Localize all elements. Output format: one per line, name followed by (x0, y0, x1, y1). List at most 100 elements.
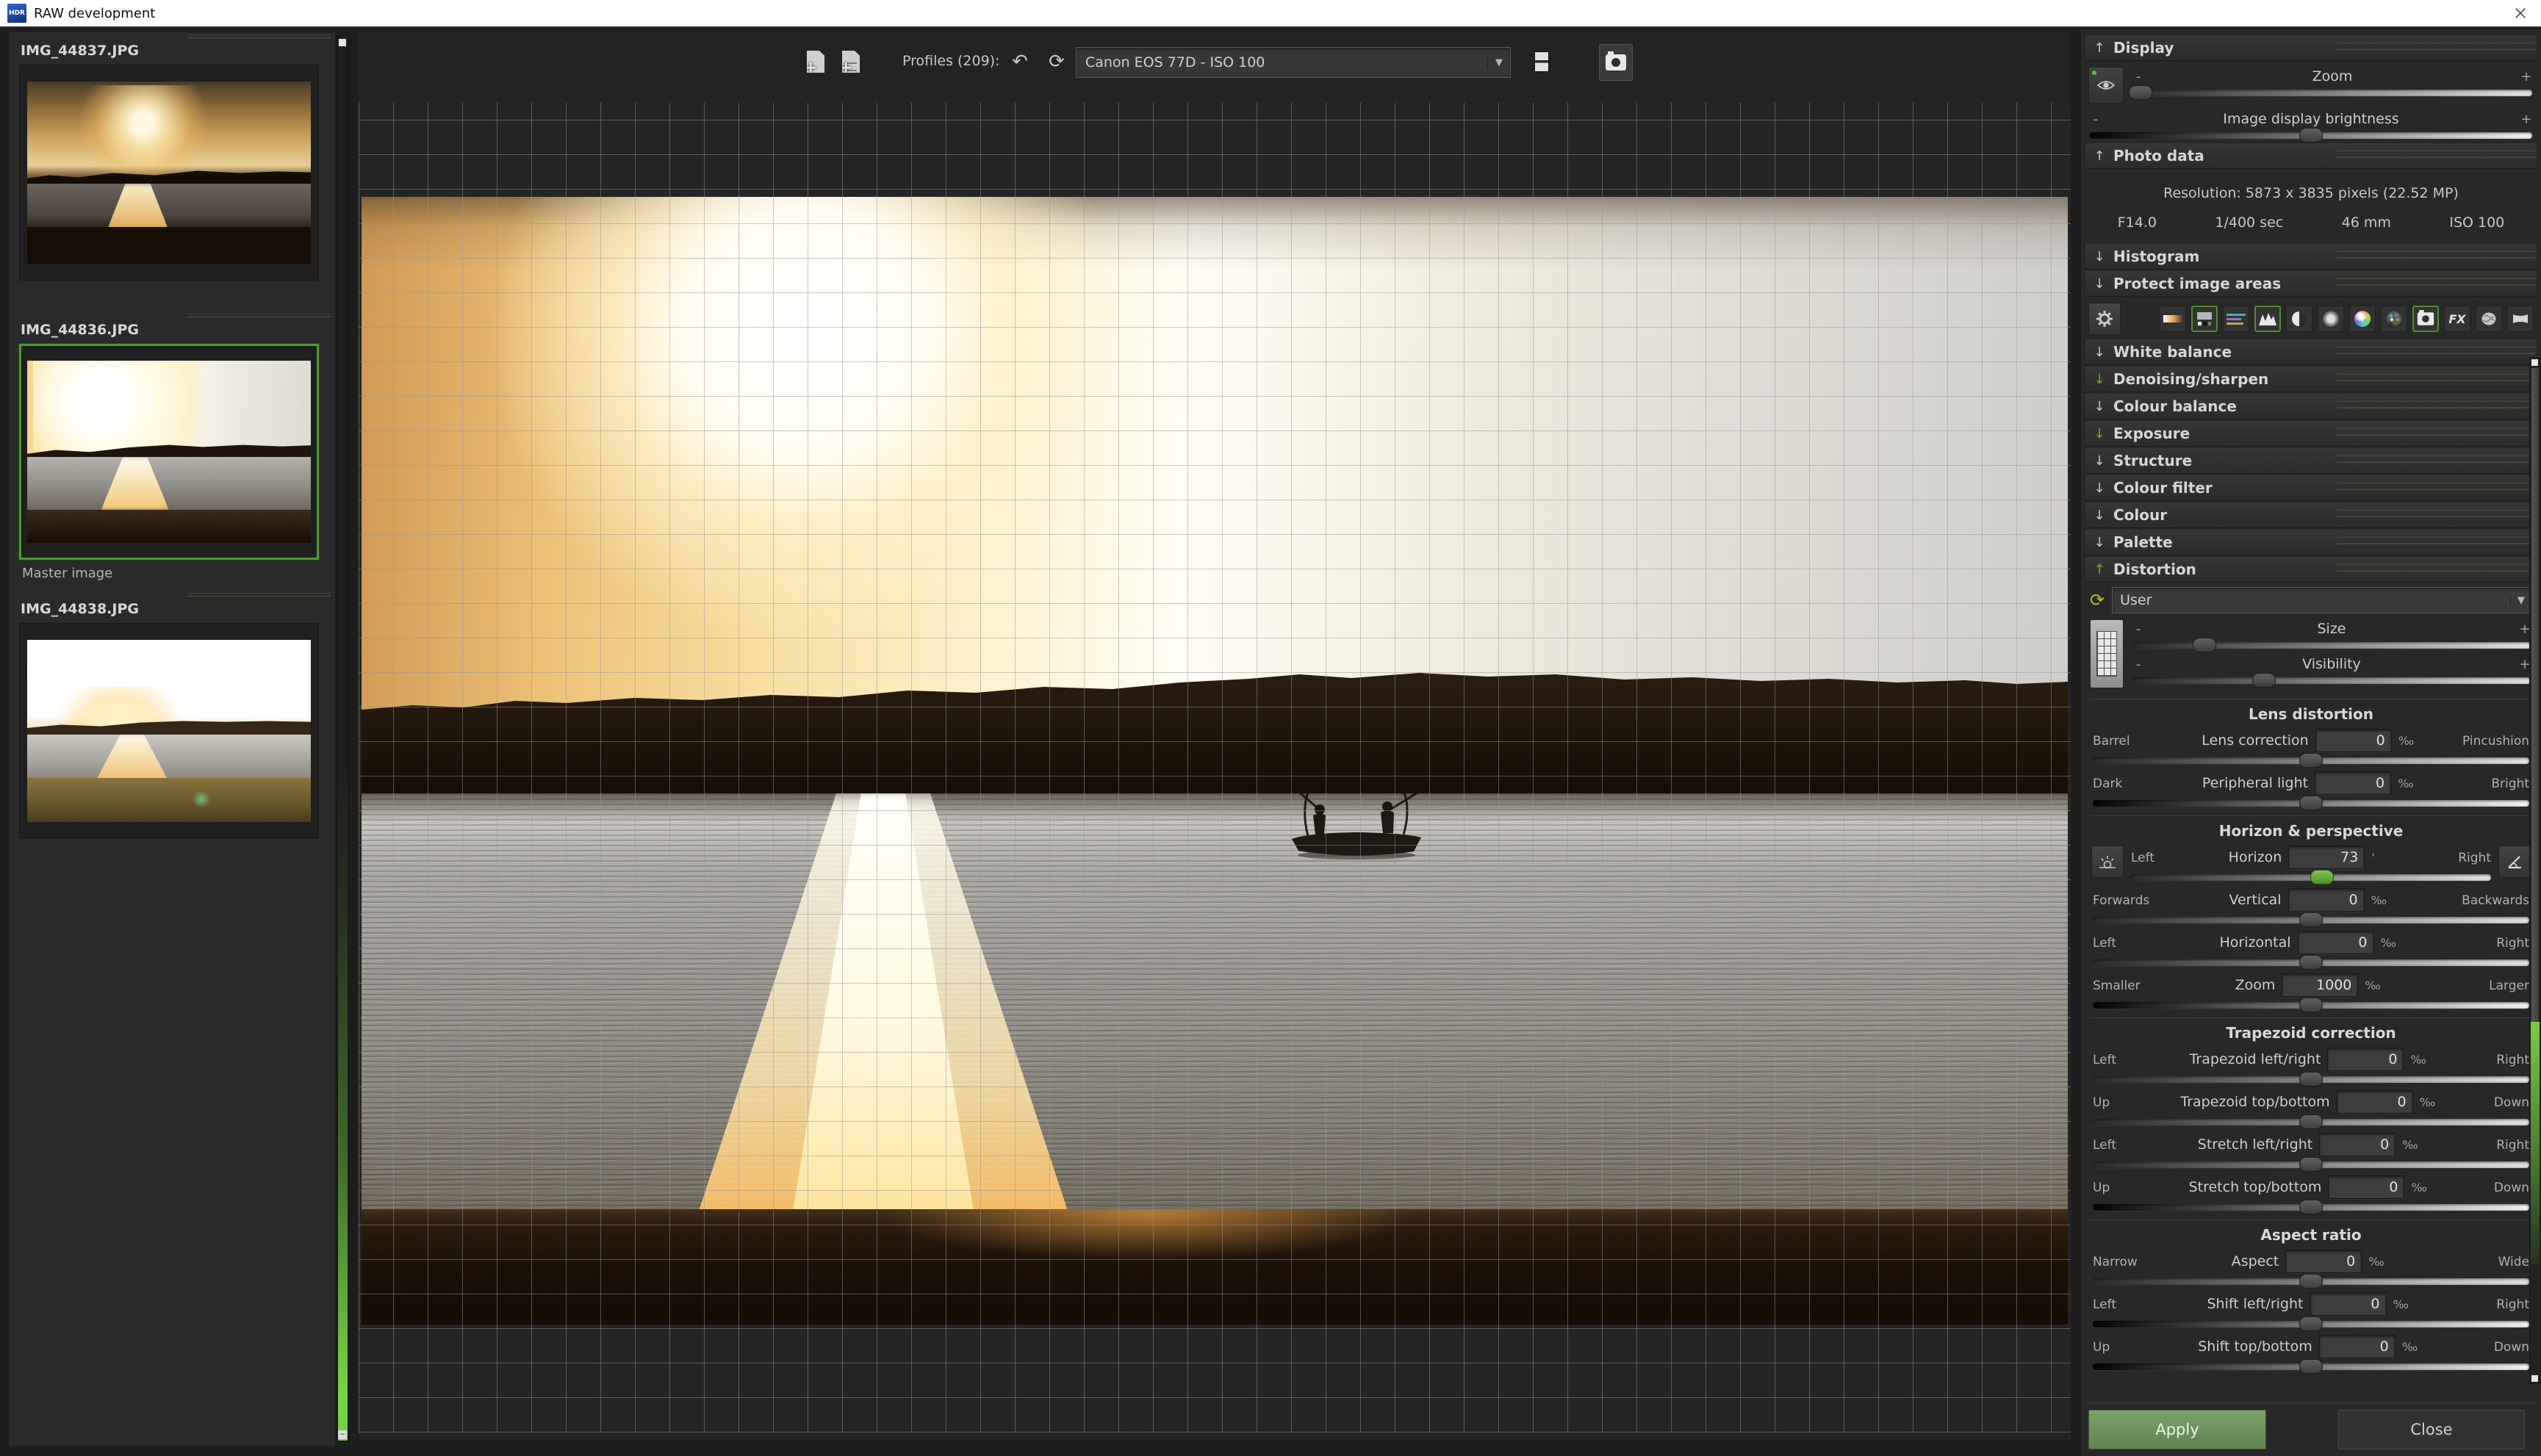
zoom-slider-handle[interactable] (2129, 85, 2152, 100)
apply-button[interactable]: Apply (2088, 1410, 2266, 1449)
white-balance-filter-button[interactable] (2191, 306, 2218, 332)
section-exposure[interactable]: ↓ Exposure (2085, 421, 2537, 446)
slider-handle[interactable] (2299, 1359, 2323, 1374)
horizon-auto-button[interactable] (2091, 846, 2124, 878)
slider-track[interactable] (2093, 1363, 2529, 1370)
slider-track[interactable] (2093, 1002, 2529, 1009)
value-input[interactable]: 0 (2319, 1133, 2396, 1156)
brightness-minus[interactable]: - (2088, 112, 2103, 127)
grid-visibility-slider-handle[interactable] (2252, 673, 2276, 688)
slider-track[interactable] (2093, 1204, 2529, 1211)
grid-visibility-slider-track[interactable] (2132, 677, 2531, 684)
profile-select[interactable]: Canon EOS 77D - ISO 100 ▼ (1076, 47, 1511, 78)
slider-handle[interactable] (2299, 1274, 2323, 1289)
scroll-down-button[interactable]: ‒ (338, 1430, 347, 1439)
value-input[interactable]: 1000 (2282, 973, 2358, 997)
value-input[interactable]: 0 (2315, 729, 2392, 752)
preset-select[interactable]: User ▼ (2112, 587, 2532, 613)
slider-track[interactable] (2093, 1321, 2529, 1327)
slider-handle[interactable] (2299, 1114, 2323, 1129)
save-profile-button[interactable] (1525, 44, 1558, 79)
value-input[interactable]: 0 (2285, 1250, 2362, 1273)
horizon-measure-button[interactable] (2498, 846, 2531, 878)
section-colour-filter[interactable]: ↓ Colour filter (2085, 475, 2537, 500)
value-input[interactable]: 0 (2327, 1048, 2404, 1071)
camera-profile-button[interactable] (1599, 44, 1633, 81)
visibility-minus[interactable]: - (2131, 657, 2146, 672)
panorama-filter-button[interactable] (2507, 306, 2534, 332)
color-sphere-filter-button[interactable] (2349, 306, 2376, 332)
filmstrip-scrollbar[interactable]: ‒ (337, 35, 349, 1441)
section-white-balance[interactable]: ↓ White balance (2085, 339, 2537, 364)
slider-track[interactable] (2093, 1119, 2529, 1125)
slider-track[interactable] (2093, 917, 2529, 923)
slider-handle[interactable] (2299, 753, 2323, 768)
slider-handle[interactable] (2299, 1316, 2323, 1331)
thumbnail-frame-selected[interactable] (19, 344, 319, 560)
slider-handle[interactable] (2299, 1157, 2323, 1172)
zoom-slider-track[interactable] (2132, 90, 2532, 96)
slider-handle[interactable] (2299, 955, 2323, 970)
value-input[interactable]: 0 (2319, 1335, 2396, 1358)
horizon-slider-track[interactable] (2131, 874, 2491, 881)
slider-handle[interactable] (2299, 998, 2323, 1012)
gradient-filter-button[interactable] (2160, 306, 2186, 332)
slider-handle[interactable] (2299, 1072, 2323, 1086)
grid-size-slider-track[interactable] (2132, 642, 2531, 649)
close-button[interactable]: Close (2338, 1410, 2525, 1449)
horizon-slider-handle-active[interactable] (2310, 870, 2334, 884)
landscape-filter-button[interactable] (2254, 306, 2281, 332)
slider-track[interactable] (2093, 1076, 2529, 1083)
value-input[interactable]: 0 (2337, 1090, 2413, 1114)
value-input[interactable]: 73 (2288, 846, 2365, 869)
preview-eye-button[interactable] (2088, 67, 2124, 104)
thumbnail-frame[interactable] (19, 65, 319, 281)
slider-track[interactable] (2093, 800, 2529, 807)
grid-size-slider-handle[interactable] (2193, 638, 2216, 652)
brightness-slider-handle[interactable] (2299, 128, 2323, 143)
add-profile-button[interactable]: + (799, 44, 832, 79)
camera-raw-filter-button[interactable] (2412, 306, 2439, 332)
slider-handle[interactable] (2299, 796, 2323, 810)
slider-track[interactable] (2093, 1161, 2529, 1168)
value-input[interactable]: 0 (2328, 1175, 2404, 1199)
thumbnail-frame[interactable] (19, 623, 319, 839)
value-input[interactable]: 0 (2315, 771, 2391, 795)
palette-filter-button[interactable] (2381, 306, 2407, 332)
slider-track[interactable] (2093, 757, 2529, 764)
grid-toggle-button[interactable] (2090, 619, 2124, 688)
section-colour[interactable]: ↓ Colour (2085, 502, 2537, 527)
levels-filter-button[interactable] (2223, 306, 2249, 332)
settings-panel-scrollbar[interactable] (2529, 357, 2541, 1384)
filmstrip-item-1[interactable]: IMG_44837.JPG (19, 43, 331, 303)
zoom-minus[interactable]: - (2131, 69, 2146, 84)
section-denoising-sharpen[interactable]: ↓ Denoising/sharpen (2085, 367, 2537, 392)
effects-filter-button[interactable]: FX (2444, 306, 2470, 332)
section-structure[interactable]: ↓ Structure (2085, 448, 2537, 473)
scroll-up-button[interactable] (339, 39, 346, 46)
size-minus[interactable]: - (2131, 621, 2146, 637)
slider-handle[interactable] (2299, 912, 2323, 927)
smart-filter-button[interactable] (2476, 306, 2502, 332)
vignette-filter-button[interactable] (2318, 306, 2344, 332)
photo-data-section-header[interactable]: ↑ Photo data (2085, 143, 2537, 168)
brightness-plus[interactable]: + (2519, 112, 2534, 127)
filmstrip-item-2-selected[interactable]: IMG_44836.JPG Master image (19, 322, 331, 582)
slider-track[interactable] (2093, 959, 2529, 966)
section-distortion-expanded[interactable]: ↑ Distortion (2085, 557, 2537, 582)
undo-profile-button[interactable]: ↶ (1004, 44, 1036, 79)
histogram-section-header[interactable]: ↓ Histogram (2085, 244, 2537, 269)
filmstrip-item-3[interactable]: IMG_44838.JPG (19, 601, 331, 861)
contrast-filter-button[interactable] (2286, 306, 2312, 332)
display-section-header[interactable]: ↑ Display (2085, 35, 2537, 60)
protect-areas-section-header[interactable]: ↓ Protect image areas (2085, 271, 2537, 296)
value-input[interactable]: 0 (2310, 1292, 2387, 1316)
scroll-down-button[interactable] (2531, 1375, 2538, 1382)
reset-preset-icon[interactable]: ⟳ (2090, 590, 2105, 610)
section-palette[interactable]: ↓ Palette (2085, 530, 2537, 555)
value-input[interactable]: 0 (2298, 931, 2374, 954)
scrollbar-thumb[interactable] (2531, 368, 2539, 1022)
window-close-button[interactable]: × (2500, 1, 2541, 26)
value-input[interactable]: 0 (2288, 888, 2365, 912)
add-profile-from-settings-button[interactable]: + (835, 44, 867, 79)
